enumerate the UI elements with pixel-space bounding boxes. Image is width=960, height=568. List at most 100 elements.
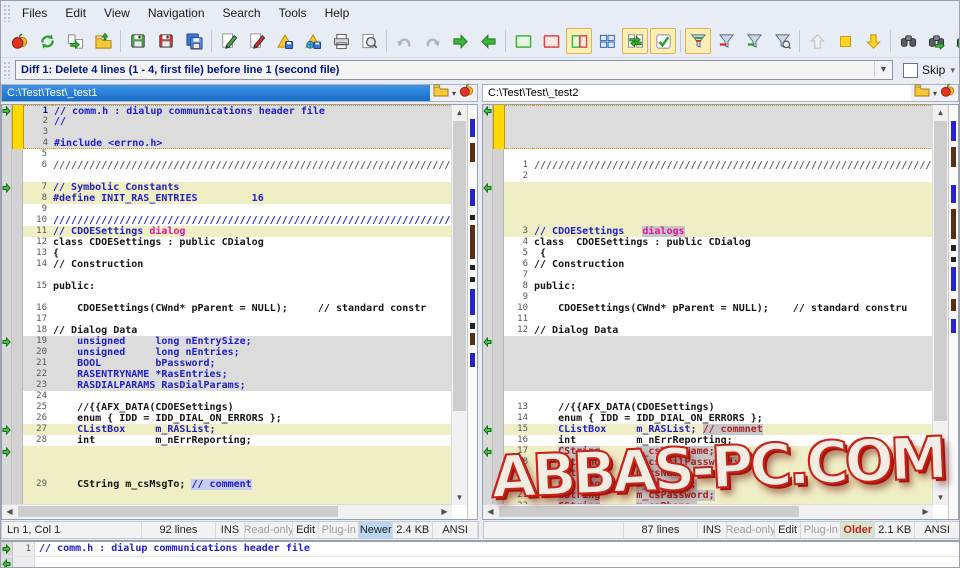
code-text[interactable]: CString m_csMsgTo;: [532, 479, 933, 490]
code-text[interactable]: BOOL bPassword;: [51, 358, 452, 369]
left-code-line-28[interactable]: 28 int m_nErrReporting;: [2, 435, 452, 446]
code-text[interactable]: // comm.h : dialup communications header…: [52, 105, 452, 116]
change-map-mark-maroon[interactable]: [470, 333, 475, 345]
left-open-file-icon[interactable]: [433, 84, 449, 102]
current-diff-strip[interactable]: [12, 105, 24, 116]
right-code-line[interactable]: [483, 193, 933, 204]
current-diff-strip[interactable]: [12, 468, 23, 479]
current-diff-strip[interactable]: [493, 292, 504, 303]
code-text[interactable]: // CDOESettings dialogs: [532, 226, 933, 237]
left-code-rows[interactable]: 1// comm.h : dialup communications heade…: [2, 105, 452, 505]
scroll-right-icon[interactable]: ▶: [918, 505, 933, 518]
change-map-mark-maroon[interactable]: [951, 209, 956, 239]
current-diff-button[interactable]: [832, 28, 858, 54]
code-text[interactable]: ////////////////////////////////////////…: [51, 160, 452, 171]
right-open-file-icon[interactable]: [914, 84, 930, 102]
menu-item-tools[interactable]: Tools: [270, 3, 316, 23]
current-diff-strip[interactable]: [12, 402, 23, 413]
left-code-line-14[interactable]: 14// Construction: [2, 259, 452, 270]
current-diff-strip[interactable]: [493, 270, 504, 281]
code-text[interactable]: [532, 182, 933, 193]
left-code-line-24[interactable]: 24: [2, 391, 452, 402]
change-map-mark-black[interactable]: [951, 257, 956, 262]
current-diff-strip[interactable]: [493, 116, 505, 127]
menu-item-files[interactable]: Files: [13, 3, 56, 23]
current-diff-strip[interactable]: [493, 413, 504, 424]
current-diff-strip[interactable]: [12, 149, 23, 160]
change-map-mark-blue[interactable]: [951, 267, 956, 291]
current-diff-strip[interactable]: [493, 358, 504, 369]
compare-files-button[interactable]: [6, 28, 32, 54]
current-diff-strip[interactable]: [493, 182, 504, 193]
right-code-line-3[interactable]: 3// CDOESettings dialogs: [483, 226, 933, 237]
diff-detail-row[interactable]: [1, 557, 959, 567]
right-code-line-13[interactable]: 13 //{{AFX_DATA(CDOESettings): [483, 402, 933, 413]
left-code-line-13[interactable]: 13{: [2, 248, 452, 259]
current-diff-strip[interactable]: [12, 160, 23, 171]
change-map-mark-blue[interactable]: [951, 185, 956, 203]
right-code-line[interactable]: [483, 391, 933, 402]
current-diff-strip[interactable]: [12, 237, 23, 248]
find-next-button[interactable]: [923, 28, 949, 54]
code-text[interactable]: [51, 204, 452, 215]
change-map-mark-black[interactable]: [951, 245, 956, 251]
right-change-map[interactable]: [948, 105, 958, 519]
copy-to-right-button[interactable]: [447, 28, 473, 54]
right-code-line[interactable]: [483, 369, 933, 380]
menu-item-navigation[interactable]: Navigation: [139, 3, 214, 23]
current-diff-strip[interactable]: [12, 138, 24, 149]
scroll-left-icon[interactable]: ◀: [483, 505, 498, 518]
code-text[interactable]: class CDOESettings : public CDialog: [532, 237, 933, 248]
code-text[interactable]: [532, 380, 933, 391]
open-files-button[interactable]: [90, 28, 116, 54]
right-code-line[interactable]: [483, 347, 933, 358]
current-diff-strip[interactable]: [12, 325, 23, 336]
right-code-line-7[interactable]: 7: [483, 270, 933, 281]
current-diff-strip[interactable]: [12, 424, 23, 435]
current-diff-strip[interactable]: [493, 248, 504, 259]
left-change-map[interactable]: [467, 105, 477, 519]
diff-selector-combo[interactable]: Diff 1: Delete 4 lines (1 - 4, first fil…: [15, 60, 893, 80]
code-text[interactable]: enum { IDD = IDD_DIAL_ON_ERRORS };: [532, 413, 933, 424]
diffbar-overflow-icon[interactable]: ▾: [950, 65, 955, 76]
left-code-line[interactable]: [2, 490, 452, 501]
code-text[interactable]: [532, 215, 933, 226]
menu-item-help[interactable]: Help: [316, 3, 359, 23]
change-map-mark-maroon[interactable]: [470, 143, 475, 162]
left-hscroll-thumb[interactable]: [18, 506, 338, 517]
current-diff-strip[interactable]: [12, 248, 23, 259]
code-text[interactable]: CListBox m_RASList;: [51, 424, 452, 435]
code-text[interactable]: [51, 468, 452, 479]
show-first-pane-button[interactable]: [510, 28, 536, 54]
right-code-line[interactable]: [483, 105, 933, 116]
code-text[interactable]: // Dialog Data: [51, 325, 452, 336]
code-text[interactable]: [51, 314, 452, 325]
code-text[interactable]: // Construction: [51, 259, 452, 270]
current-diff-strip[interactable]: [493, 435, 504, 446]
scroll-down-icon[interactable]: ▼: [452, 490, 467, 505]
edit-second-button[interactable]: [244, 28, 270, 54]
code-text[interactable]: class CDOESettings : public CDialog: [51, 237, 452, 248]
current-diff-strip[interactable]: [493, 171, 504, 182]
code-text[interactable]: int m_nErrReporting;: [51, 435, 452, 446]
skip-checkbox-box[interactable]: [903, 62, 918, 78]
code-text[interactable]: [532, 347, 933, 358]
current-diff-strip[interactable]: [493, 347, 504, 358]
code-text[interactable]: public:: [532, 281, 933, 292]
change-map-mark-blue[interactable]: [470, 353, 475, 367]
current-diff-strip[interactable]: [12, 259, 23, 270]
left-code-line-4[interactable]: 4 #include <errno.h>: [2, 138, 452, 149]
current-diff-strip[interactable]: [493, 149, 504, 160]
current-diff-strip[interactable]: [493, 391, 504, 402]
left-code-line-8[interactable]: 8 #define INIT_RAS_ENTRIES 16: [2, 193, 452, 204]
current-diff-strip[interactable]: [493, 281, 504, 292]
code-text[interactable]: ////////////////////////////////////////…: [532, 160, 933, 171]
code-text[interactable]: // Symbolic Constants: [51, 182, 452, 193]
right-code-line-15[interactable]: 15 CListBox m_RASList; // commnet: [483, 424, 933, 435]
code-text[interactable]: [51, 149, 452, 160]
current-diff-strip[interactable]: [12, 446, 23, 457]
code-text[interactable]: [532, 193, 933, 204]
current-diff-strip[interactable]: [493, 424, 504, 435]
code-text[interactable]: unsigned long nEntrySize;: [51, 336, 452, 347]
show-second-pane-button[interactable]: [538, 28, 564, 54]
